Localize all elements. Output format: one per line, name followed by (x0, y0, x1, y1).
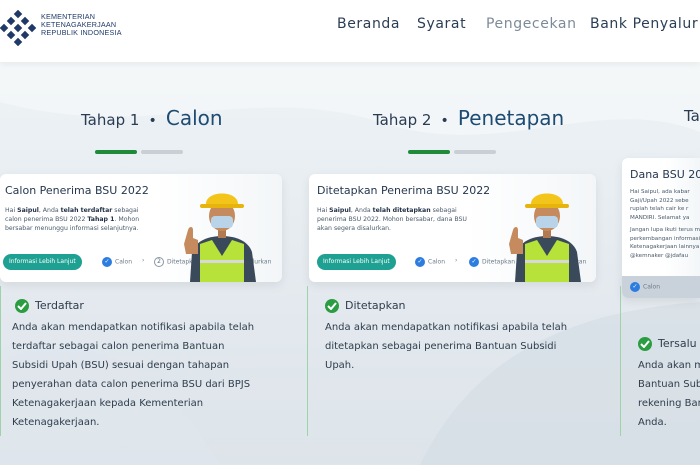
body-line: Hai Saipul, ada kabar (630, 189, 690, 195)
body-line: rupiah telah cair ke r (630, 206, 689, 212)
step-label: Calon (643, 283, 661, 291)
stage-number: Tahap 2 (373, 111, 432, 129)
nav-syarat[interactable]: Syarat (417, 16, 466, 32)
check-icon: ✓ (102, 257, 112, 267)
step-calon: ✓ Calon (102, 257, 132, 267)
stage-separator: • (440, 113, 449, 129)
more-info-button[interactable]: Informasi Lebih Lanjut (317, 254, 396, 270)
body-text: , Anda (350, 207, 373, 214)
chevron-right-icon: › (142, 257, 145, 264)
status-description: Anda akan mendapatkan notifikasi apabila… (12, 322, 255, 428)
body-line: Jangan lupa ikuti terus m (630, 227, 700, 233)
description-line: Bantuan Subsi (638, 379, 700, 390)
user-name: Saipul (17, 207, 39, 214)
status-label: Tersalu (658, 337, 697, 350)
stage-1-title: Tahap 1 • Calon (81, 106, 223, 130)
check-circle-icon (325, 299, 339, 313)
logo-text: KEMENTERIAN KETENAGAKERJAAN REPUBLIK IND… (41, 13, 122, 37)
status-description: Anda akan m Bantuan Subsi rekening Ban A… (638, 356, 700, 432)
stage-3-title: Tah (684, 106, 700, 125)
stage-3-description: Tersalu Anda akan m Bantuan Subsi rekeni… (638, 336, 700, 432)
body-line: Ketenagakerjaan lainnya (630, 244, 700, 250)
description-line: Anda akan m (638, 360, 700, 371)
more-info-button[interactable]: Informasi Lebih Lanjut (3, 254, 82, 270)
stage-1-divider (0, 286, 1, 436)
body-text: , Anda (38, 207, 61, 214)
check-circle-icon (15, 299, 29, 313)
nav-pengecekan[interactable]: Pengecekan (486, 16, 577, 32)
status-label: Ditetapkan (345, 299, 406, 312)
step-label: Calon (428, 258, 446, 266)
status-heading: Terdaftar (12, 298, 258, 318)
kemnaker-logo-icon[interactable] (0, 10, 36, 46)
body-text: Hai (5, 207, 18, 214)
body-text: Hai (317, 207, 330, 214)
status-description: Anda akan mendapatkan notifikasi apabila… (325, 322, 568, 371)
progress-segment-inactive (141, 150, 183, 154)
stage-2-description: Ditetapkan Anda akan mendapatkan notifik… (325, 298, 575, 375)
progress-segment-active (408, 150, 450, 154)
check-icon: ✓ (630, 282, 640, 292)
body-line: perkembangan informasi B (630, 235, 700, 242)
card-title: Dana BSU 2022 (630, 168, 700, 181)
step-number-icon: 2 (154, 257, 164, 267)
nav-beranda[interactable]: Beranda (337, 16, 400, 32)
description-line: Anda. (638, 417, 667, 428)
stage-separator: • (148, 113, 157, 129)
stage-number: Tah (684, 107, 700, 125)
card-title: Calon Penerima BSU 2022 (5, 184, 149, 197)
body-line: @kemnaker @jdafau (630, 252, 689, 259)
user-name: Saipul (329, 207, 351, 214)
check-icon: ✓ (415, 257, 425, 267)
status-highlight: telah ditetapkan (372, 207, 431, 214)
check-circle-icon (638, 337, 652, 351)
worker-illustration-icon (509, 193, 581, 282)
stage-name: Penetapan (457, 106, 565, 130)
step-calon: ✓ Calon (630, 282, 660, 292)
stage-number: Tahap 1 (81, 111, 140, 129)
progress-segment-active (95, 150, 137, 154)
chevron-right-icon: › (455, 257, 458, 264)
step-label: Calon (115, 258, 133, 266)
card-body: Hai Saipul, ada kabar Gaji/Upah 2022 seb… (630, 188, 700, 260)
body-line: MANDIRI. Selamat ya (630, 214, 690, 221)
stage-3-divider (620, 286, 621, 436)
stage-name: Calon (165, 106, 223, 130)
card-body: Hai Saipul, Anda telah terdaftar sebagai… (5, 206, 155, 233)
logo-line: REPUBLIK INDONESIA (41, 28, 122, 37)
status-heading: Tersalu (638, 336, 700, 356)
card-title: Ditetapkan Penerima BSU 2022 (317, 184, 491, 197)
status-heading: Ditetapkan (325, 298, 575, 318)
body-line: Gaji/Upah 2022 sebe (630, 197, 689, 204)
card-body: Hai Saipul, Anda telah ditetapkan sebaga… (317, 206, 467, 233)
progress-segment-inactive (454, 150, 496, 154)
stage-1-card: Calon Penerima BSU 2022 Hai Saipul, Anda… (0, 174, 282, 282)
description-line: rekening Ban (638, 398, 700, 409)
top-navbar: KEMENTERIAN KETENAGAKERJAAN REPUBLIK IND… (0, 0, 700, 62)
nav-bank-penyalur[interactable]: Bank Penyalur (590, 16, 698, 32)
check-icon: ✓ (469, 257, 479, 267)
worker-illustration-icon (184, 193, 256, 282)
stage-2-divider (307, 286, 308, 436)
card-step-strip: ✓ Calon (622, 276, 700, 298)
stage-2-title: Tahap 2 • Penetapan (373, 106, 564, 130)
stage-2-card: Ditetapkan Penerima BSU 2022 Hai Saipul,… (309, 174, 596, 282)
stage-highlight: Tahap 1 (87, 216, 115, 223)
status-highlight: telah terdaftar (60, 207, 113, 214)
stage-1-description: Terdaftar Anda akan mendapatkan notifika… (12, 298, 258, 432)
status-label: Terdaftar (35, 299, 84, 312)
step-calon: ✓ Calon (415, 257, 445, 267)
stage-3-card: Dana BSU 2022 Hai Saipul, ada kabar Gaji… (622, 158, 700, 298)
